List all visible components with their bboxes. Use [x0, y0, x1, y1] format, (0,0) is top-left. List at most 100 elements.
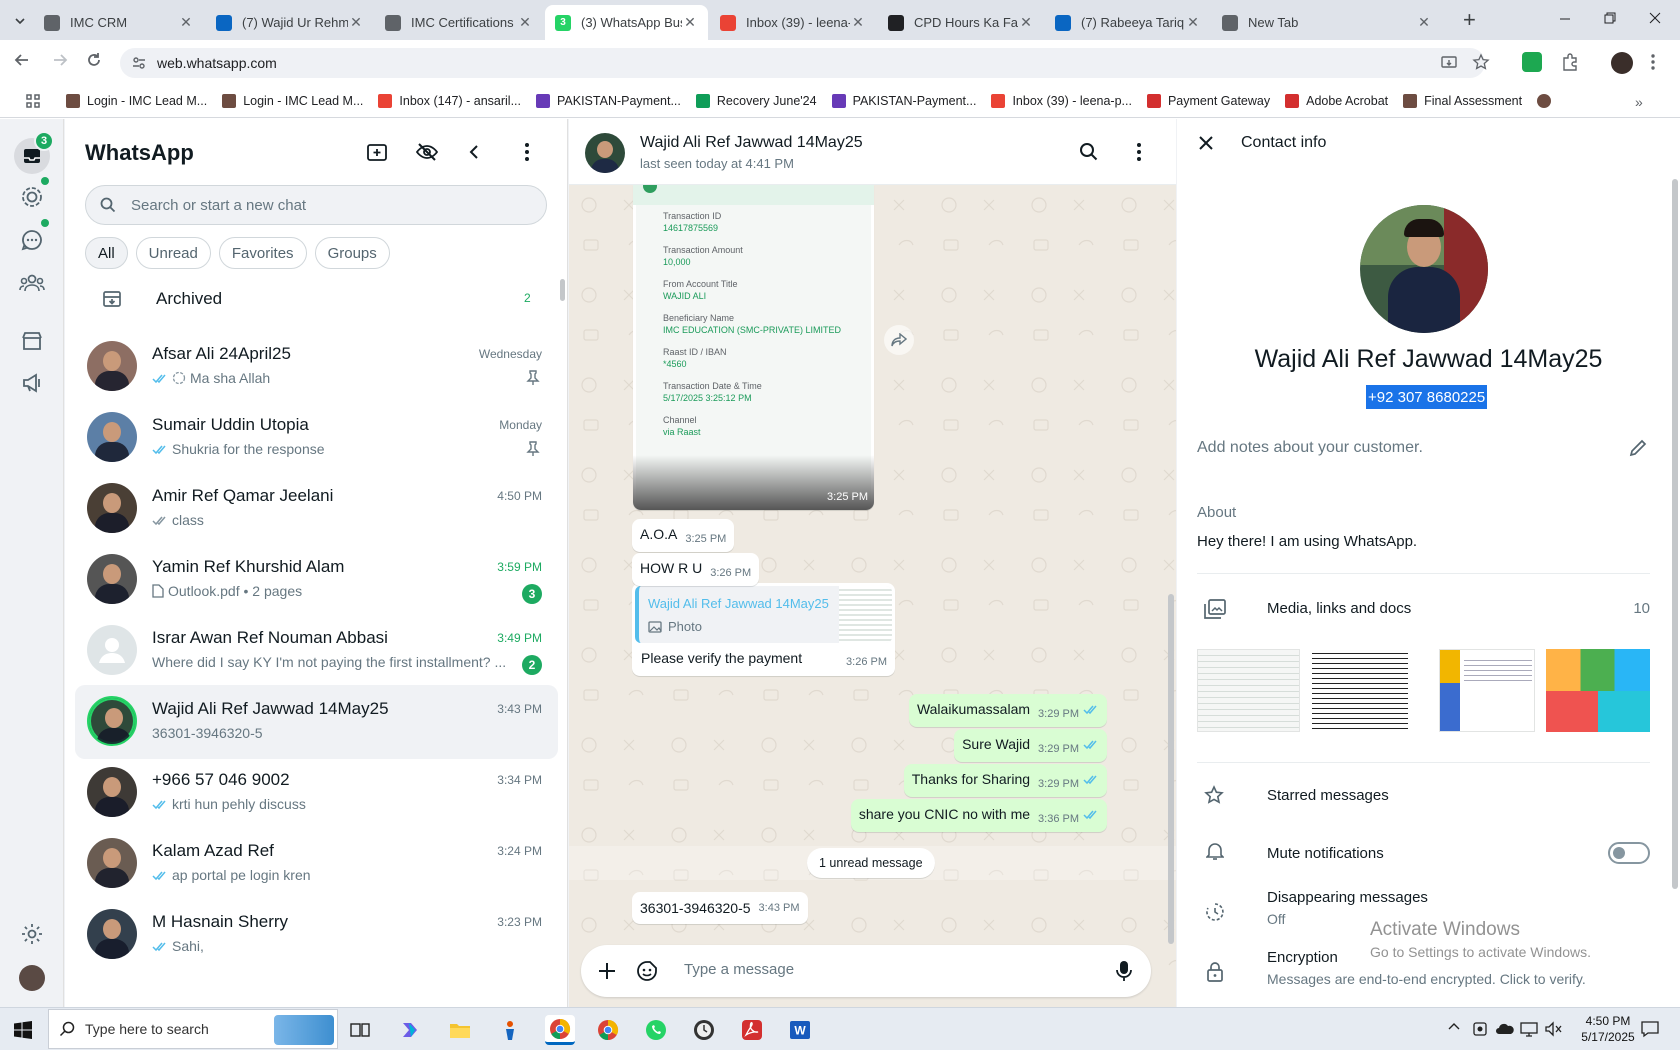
outgoing-message[interactable]: Sure Wajid 3:29 PM [954, 729, 1107, 762]
volume-muted-icon[interactable] [1544, 1021, 1562, 1037]
browser-tab[interactable]: IMC Certifications - ✕ [375, 5, 543, 40]
conversation-scrollbar[interactable] [1168, 594, 1174, 944]
apps-grid-icon[interactable] [0, 93, 66, 109]
receipt-image-message[interactable]: Transaction ID 14617875569 Transaction Amo… [633, 185, 874, 510]
bookmark-item[interactable]: Adobe Acrobat [1285, 94, 1388, 108]
media-thumbnail-2[interactable] [1312, 649, 1408, 732]
restore-icon[interactable] [1600, 8, 1620, 28]
bookmark-item[interactable]: Login - IMC Lead M... [66, 94, 207, 108]
incoming-message[interactable]: A.O.A 3:25 PM [632, 519, 735, 552]
chat-row[interactable]: Israr Awan Ref Nouman Abbasi Where did I … [75, 614, 558, 688]
bookmark-item[interactable]: Payment Gateway [1146, 94, 1270, 108]
acrobat-icon[interactable] [737, 1015, 767, 1045]
onedrive-icon[interactable] [1495, 1022, 1515, 1036]
quoted-message-bubble[interactable]: Wajid Ali Ref Jawwad 14May25 Photo Pleas… [632, 583, 895, 676]
whatsapp-extension-icon[interactable] [1522, 52, 1542, 72]
browser-tab[interactable]: CPD Hours Ka Fark ✕ [878, 5, 1044, 40]
search-input[interactable]: Search or start a new chat [131, 197, 306, 214]
media-thumbnail-3[interactable] [1439, 649, 1535, 732]
media-thumbnail-4[interactable] [1546, 649, 1650, 732]
filter-chip-unread[interactable]: Unread [135, 237, 211, 269]
conversation-search-icon[interactable] [1079, 142, 1099, 162]
app-icon-figure[interactable] [495, 1015, 525, 1045]
quoted-photo-reply[interactable]: Wajid Ali Ref Jawwad 14May25 Photo [635, 586, 892, 643]
settings-nav-icon[interactable] [18, 920, 46, 948]
media-thumbnail-1[interactable] [1197, 649, 1300, 732]
my-profile-avatar[interactable] [19, 965, 45, 991]
search-box[interactable]: Search or start a new chat [85, 185, 547, 225]
browser-menu-icon[interactable] [1650, 52, 1656, 72]
contact-profile-photo[interactable] [1360, 205, 1488, 333]
tab-close-icon[interactable]: ✕ [850, 14, 866, 31]
bookmark-item[interactable]: PAKISTAN-Payment... [536, 94, 681, 108]
notifications-icon[interactable] [1640, 1020, 1660, 1038]
tab-close-icon[interactable]: ✕ [1185, 14, 1201, 31]
edit-notes-icon[interactable] [1628, 438, 1648, 458]
taskbar-search-box[interactable]: Type here to search [48, 1009, 338, 1049]
browser-tab[interactable]: (7) Rabeeya Tariq | L✕ [1045, 5, 1211, 40]
task-view-icon[interactable] [345, 1015, 375, 1045]
reload-icon[interactable] [84, 50, 104, 70]
tab-close-icon[interactable]: ✕ [682, 14, 698, 31]
outgoing-message[interactable]: share you CNIC no with me 3:36 PM [850, 799, 1107, 832]
chat-row[interactable]: M Hasnain Sherry Sahi, 3:23 PM [75, 898, 558, 972]
bookmark-item[interactable]: PAKISTAN-Payment... [831, 94, 976, 108]
tab-close-icon[interactable]: ✕ [1018, 14, 1034, 31]
outgoing-message[interactable]: Walaikumassalam 3:29 PM [908, 694, 1107, 727]
chat-row[interactable]: Amir Ref Qamar Jeelani class 4:50 PM [75, 472, 558, 546]
browser-tab[interactable]: (7) Wajid Ur Rehman✕ [206, 5, 374, 40]
bookmark-item[interactable]: Final Assessment [1403, 94, 1522, 108]
address-bar[interactable]: web.whatsapp.com [120, 48, 1490, 78]
new-chat-icon[interactable] [366, 141, 388, 163]
contact-avatar[interactable] [585, 133, 625, 173]
filter-chip-all[interactable]: All [85, 237, 128, 269]
channels-nav-icon[interactable] [18, 226, 46, 254]
catalog-nav-icon[interactable] [18, 327, 46, 355]
customer-notes-input[interactable]: Add notes about your customer. [1197, 439, 1423, 457]
chat-row[interactable]: +966 57 046 9002 krti hun pehly discuss 3:… [75, 756, 558, 830]
tab-close-icon[interactable]: ✕ [517, 14, 533, 31]
show-hidden-icons[interactable] [1448, 1021, 1460, 1031]
close-contact-info-icon[interactable] [1198, 135, 1214, 151]
bookmark-star-icon[interactable] [1472, 53, 1490, 71]
network-icon[interactable] [1520, 1021, 1538, 1037]
chrome-icon-1[interactable] [545, 1015, 575, 1045]
tab-close-icon[interactable]: ✕ [178, 14, 194, 31]
new-tab-button[interactable]: + [1463, 9, 1476, 31]
outgoing-message[interactable]: Thanks for Sharing 3:29 PM [903, 764, 1107, 797]
mute-notifications-row[interactable]: Mute notifications [1197, 831, 1650, 875]
bookmark-extra-icon[interactable] [1537, 94, 1558, 108]
sticker-emoji-icon[interactable] [635, 959, 659, 983]
install-app-icon[interactable] [1440, 54, 1458, 72]
minimize-icon[interactable] [1555, 8, 1575, 28]
chat-row[interactable]: Yamin Ref Khurshid Alam Outlook.pdf • 2 p… [75, 543, 558, 617]
browser-tab[interactable]: New Tab ✕ [1212, 5, 1442, 40]
system-clock[interactable]: 4:50 PM 5/17/2025 [1578, 1013, 1638, 1045]
collapse-icon[interactable] [467, 143, 481, 161]
whatsapp-taskbar-icon[interactable] [641, 1015, 671, 1045]
file-explorer-icon[interactable] [445, 1015, 475, 1045]
mute-toggle[interactable] [1608, 842, 1650, 864]
copilot-icon[interactable] [395, 1015, 425, 1045]
starred-messages-row[interactable]: Starred messages [1197, 773, 1650, 817]
tab-close-icon[interactable]: ✕ [1416, 14, 1432, 31]
windows-start-icon[interactable] [8, 1015, 38, 1045]
chat-row[interactable]: Kalam Azad Ref ap portal pe login kren 3:2… [75, 827, 558, 901]
archived-row[interactable]: Archived 2 [75, 274, 558, 324]
bookmark-item[interactable]: Inbox (147) - ansaril... [378, 94, 521, 108]
last-received-message[interactable]: 36301-3946320-5 3:43 PM [632, 892, 808, 924]
message-input[interactable]: Type a message [684, 961, 794, 978]
status-nav-icon[interactable] [18, 183, 46, 211]
conversation-header[interactable]: Wajid Ali Ref Jawwad 14May25 last seen t… [569, 119, 1176, 185]
tab-close-icon[interactable]: ✕ [348, 14, 364, 31]
forward-icon[interactable] [50, 50, 70, 70]
contact-info-scrollbar[interactable] [1672, 179, 1678, 889]
site-info-icon[interactable] [131, 55, 147, 71]
back-icon[interactable] [12, 50, 32, 70]
browser-tab[interactable]: IMC CRM ✕ [34, 5, 204, 40]
clock-app-icon[interactable] [689, 1015, 719, 1045]
bookmarks-overflow-icon[interactable]: » [1635, 94, 1643, 110]
bookmark-item[interactable]: Login - IMC Lead M... [222, 94, 363, 108]
contact-phone-number[interactable]: +92 307 8680225 [1366, 385, 1488, 409]
browser-tab[interactable]: Inbox (39) - leena-p ✕ [710, 5, 876, 40]
